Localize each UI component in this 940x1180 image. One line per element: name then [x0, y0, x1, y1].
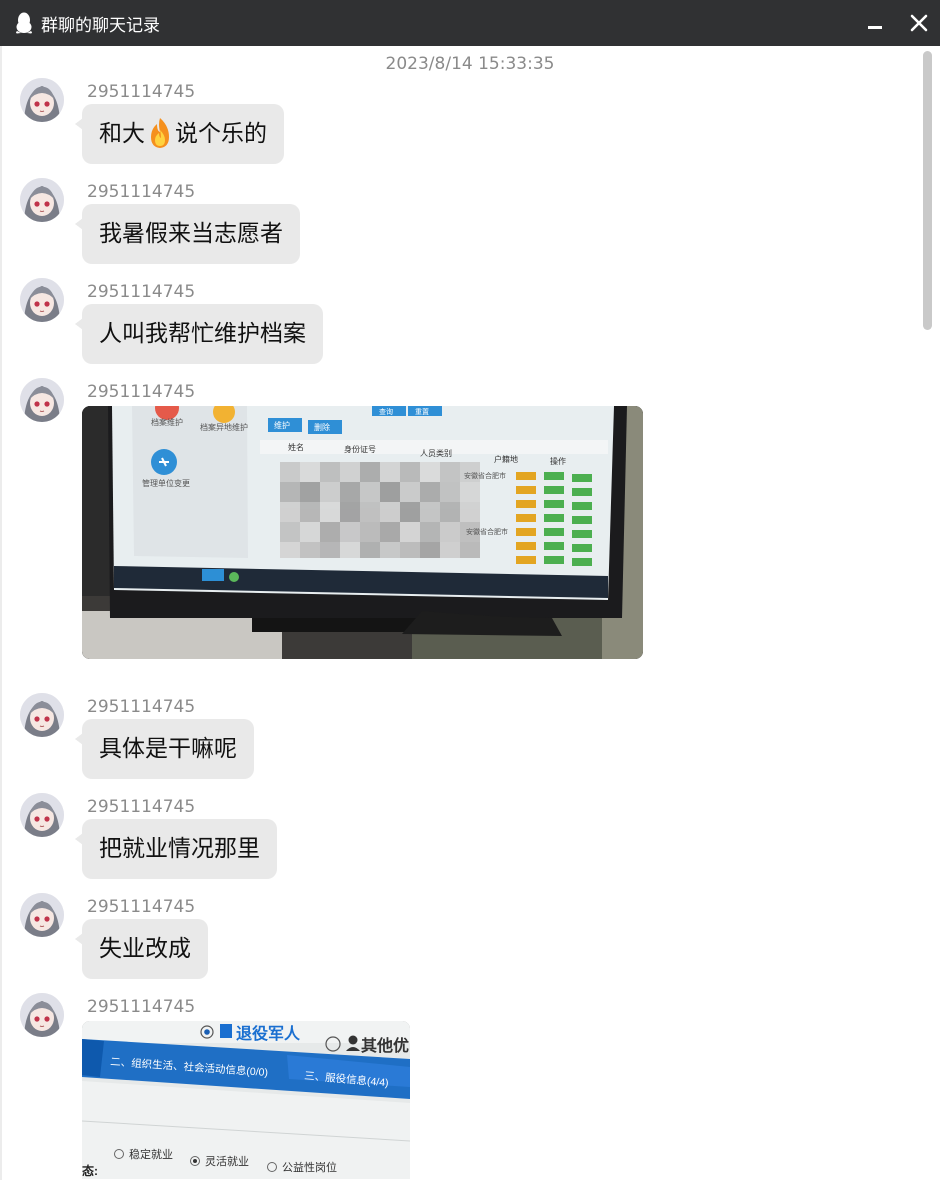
chat-message: 2951114745 人叫我帮忙维护档案 — [20, 278, 900, 368]
chat-message: 2951114745 和大 说个乐的 — [20, 78, 900, 168]
chat-record-window: 群聊的聊天记录 2023/8/14 15:33:35 2951114745 和大… — [0, 0, 940, 1180]
avatar[interactable] — [20, 178, 64, 222]
sender-name: 2951114745 — [87, 182, 196, 202]
avatar[interactable] — [20, 378, 64, 422]
scrollbar-thumb[interactable] — [923, 51, 932, 330]
chat-history-pane[interactable]: 2023/8/14 15:33:35 2951114745 和大 说个乐的 29… — [0, 46, 940, 1180]
toolbar-button: 维护 — [274, 420, 290, 430]
message-bubble[interactable]: 失业改成 — [75, 919, 208, 979]
table-cell: 安徽省合肥市 — [464, 471, 506, 480]
top-button: 重置 — [415, 408, 429, 416]
table-header: 操作 — [550, 456, 566, 466]
radio-option: 灵活就业 — [205, 1154, 249, 1168]
minimize-button[interactable] — [860, 8, 890, 38]
chat-message: 2951114745 退役军人 其他优 二、组织生活、社会活动信息(0/0) 三… — [20, 993, 900, 1180]
avatar[interactable] — [20, 693, 64, 737]
message-text: 说个乐的 — [175, 121, 267, 147]
sender-name: 2951114745 — [87, 282, 196, 302]
message-text: 失业改成 — [99, 936, 191, 962]
radio-option: 稳定就业 — [129, 1147, 173, 1161]
image-message[interactable]: 档案维护 档案异地维护 管理单位变更 维护 删除 查询 重置 姓名 身份证号 人… — [82, 406, 643, 659]
toolbar-button: 删除 — [314, 422, 330, 432]
message-text: 人叫我帮忙维护档案 — [99, 321, 306, 347]
message-text: 和大 — [99, 121, 145, 147]
radio-label: 退役军人 — [236, 1024, 301, 1043]
sender-name: 2951114745 — [87, 897, 196, 917]
avatar[interactable] — [20, 793, 64, 837]
sidebar-item: 档案维护 — [151, 417, 183, 427]
table-cell: 安徽省合肥市 — [466, 527, 508, 536]
chat-message: 2951114745 失业改成 — [20, 893, 900, 983]
top-button: 查询 — [379, 407, 393, 416]
message-text: 我暑假来当志愿者 — [99, 221, 283, 247]
radio-option: 公益性岗位 — [282, 1160, 337, 1174]
chat-message: 2951114745 我暑假来当志愿者 — [20, 178, 900, 268]
chat-message: 2951114745 把就业情况那里 — [20, 793, 900, 883]
message-timestamp: 2023/8/14 15:33:35 — [385, 54, 555, 74]
sender-name: 2951114745 — [87, 797, 196, 817]
title-bar[interactable]: 群聊的聊天记录 — [0, 0, 940, 46]
chat-message: 2951114745 具体是干嘛呢 — [20, 693, 900, 783]
sender-name: 2951114745 — [87, 382, 196, 402]
chat-message: 2951114745 档案维护 档案异地维护 管理单位变更 维护 删除 查询 重… — [20, 378, 900, 678]
table-header: 户籍地 — [494, 454, 518, 464]
close-icon — [910, 14, 928, 32]
sidebar-item: 管理单位变更 — [142, 478, 190, 488]
message-bubble[interactable]: 人叫我帮忙维护档案 — [75, 304, 323, 364]
avatar[interactable] — [20, 278, 64, 322]
message-text: 具体是干嘛呢 — [99, 736, 237, 762]
sidebar-item: 档案异地维护 — [200, 422, 248, 432]
message-text: 把就业情况那里 — [99, 836, 260, 862]
table-header: 姓名 — [288, 442, 304, 452]
avatar[interactable] — [20, 893, 64, 937]
table-header: 人员类别 — [420, 448, 452, 458]
avatar[interactable] — [20, 993, 64, 1037]
sender-name: 2951114745 — [87, 997, 196, 1017]
sender-name: 2951114745 — [87, 697, 196, 717]
sender-name: 2951114745 — [87, 82, 196, 102]
message-bubble[interactable]: 和大 说个乐的 — [75, 104, 284, 164]
window-title: 群聊的聊天记录 — [41, 15, 160, 36]
minimize-icon — [868, 26, 882, 29]
table-header: 身份证号 — [344, 444, 376, 454]
qq-penguin-icon — [14, 11, 34, 35]
close-button[interactable] — [904, 8, 934, 38]
avatar[interactable] — [20, 78, 64, 122]
message-bubble[interactable]: 把就业情况那里 — [75, 819, 277, 879]
radio-label: 其他优 — [361, 1036, 409, 1055]
message-bubble[interactable]: 具体是干嘛呢 — [75, 719, 254, 779]
form-label: 态: — [82, 1163, 98, 1178]
fire-emoji-icon — [145, 104, 175, 164]
message-bubble[interactable]: 我暑假来当志愿者 — [75, 204, 300, 264]
image-message[interactable]: 退役军人 其他优 二、组织生活、社会活动信息(0/0) 三、服役信息(4/4) — [82, 1021, 410, 1179]
